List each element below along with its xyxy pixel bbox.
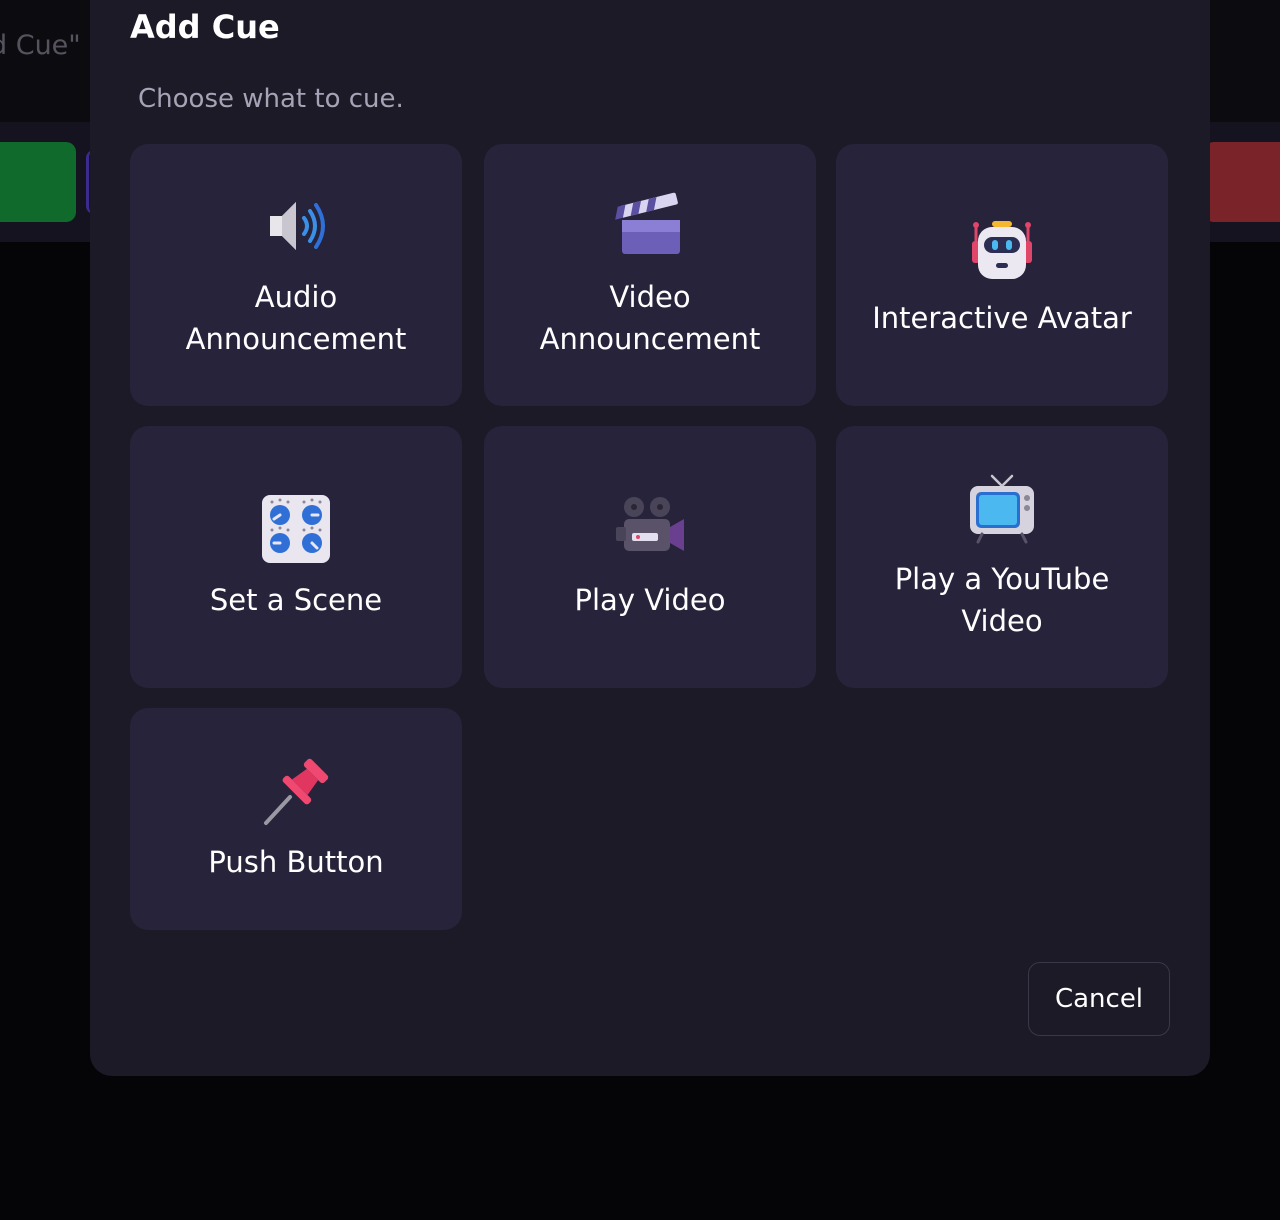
- clapper-board-icon: [614, 190, 686, 262]
- background-title: d Cue": [0, 30, 81, 61]
- speaker-icon: [260, 190, 332, 262]
- television-icon: [966, 472, 1038, 544]
- option-interactive-avatar[interactable]: Interactive Avatar: [836, 144, 1168, 406]
- dialog-subtitle: Choose what to cue.: [138, 84, 404, 114]
- dialog-title: Add Cue: [130, 8, 280, 46]
- control-knobs-icon: [260, 493, 332, 565]
- option-label: Video Announcement: [539, 280, 761, 356]
- option-label: Set a Scene: [209, 583, 383, 617]
- cancel-button[interactable]: Cancel: [1028, 962, 1170, 1036]
- option-set-a-scene[interactable]: Set a Scene: [130, 426, 462, 688]
- option-play-video[interactable]: Play Video: [484, 426, 816, 688]
- option-label: Play a YouTube Video: [894, 562, 1110, 638]
- pushpin-icon: [260, 755, 332, 827]
- option-label: Audio Announcement: [185, 280, 407, 356]
- option-label: Interactive Avatar: [872, 301, 1132, 335]
- option-audio-announcement[interactable]: Audio Announcement: [130, 144, 462, 406]
- movie-camera-icon: [614, 493, 686, 565]
- option-play-youtube-video[interactable]: Play a YouTube Video: [836, 426, 1168, 688]
- option-video-announcement[interactable]: Video Announcement: [484, 144, 816, 406]
- background-green-button: [0, 142, 76, 222]
- option-push-button[interactable]: Push Button: [130, 708, 462, 930]
- option-label: Play Video: [574, 583, 726, 617]
- robot-icon: [966, 211, 1038, 283]
- option-label: Push Button: [208, 845, 384, 879]
- add-cue-dialog: Add Cue Choose what to cue. Audio Announ…: [90, 0, 1210, 1076]
- background-red-button: [1204, 142, 1280, 222]
